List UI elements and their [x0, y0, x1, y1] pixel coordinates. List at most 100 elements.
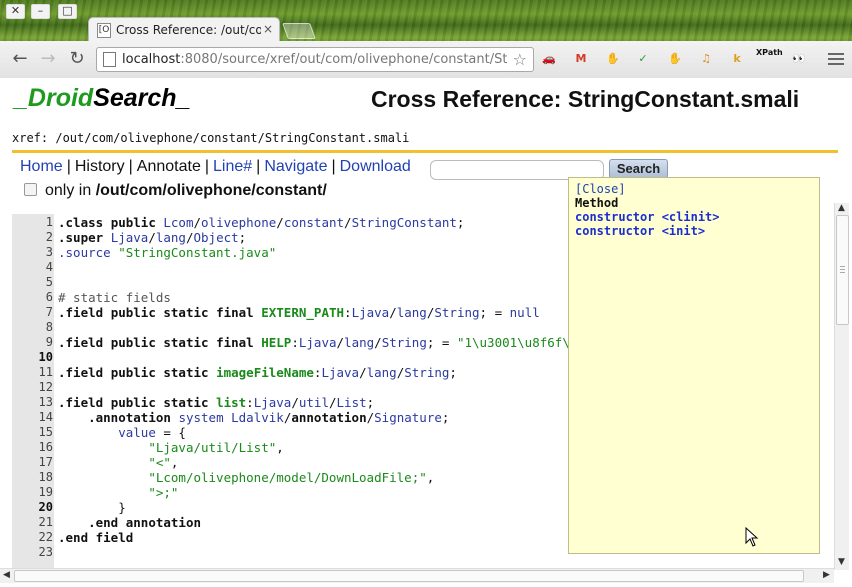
code-line: ">;" [148, 485, 179, 500]
logo-underscore-right: _ [176, 84, 191, 112]
line-number[interactable]: 5 [12, 275, 53, 289]
xpath-icon[interactable]: XPath [756, 48, 783, 70]
owl-icon[interactable]: 👀 [788, 48, 810, 70]
menu-icon[interactable] [828, 53, 844, 68]
address-bar-url[interactable]: localhost:8080/source/xref/out/com/olive… [122, 52, 507, 67]
popup-method-link[interactable]: constructor <clinit> [575, 210, 720, 224]
stop-icon[interactable]: ✋ [602, 48, 624, 70]
code-line: .end field [58, 530, 134, 545]
code-line: "<", [148, 455, 179, 470]
nav-history: History [74, 158, 125, 175]
line-number[interactable]: 17 [12, 455, 53, 469]
music-icon[interactable]: ♫ [695, 48, 717, 70]
line-number[interactable]: 11 [12, 365, 53, 379]
reload-button[interactable]: ↻ [66, 48, 88, 69]
vertical-scrollbar[interactable]: ▲ ▼ [834, 203, 849, 570]
browser-tab[interactable]: [O Cross Reference: /out/co × [88, 17, 280, 42]
horizontal-scroll-thumb[interactable] [14, 570, 804, 582]
nav-separator: | [128, 158, 133, 175]
line-number[interactable]: 4 [12, 260, 53, 274]
breadcrumb: xref: /out/com/olivephone/constant/Strin… [12, 131, 409, 145]
nav-separator: | [256, 158, 261, 175]
url-path: :8080/source/xref/out/com/olivephone/con… [180, 52, 507, 67]
logo-droid: Droid [27, 84, 94, 112]
horizontal-scrollbar[interactable]: ◀ ▶ [0, 568, 834, 583]
scroll-up-arrow[interactable]: ▲ [838, 203, 845, 213]
line-number[interactable]: 1 [12, 215, 53, 229]
gmail-icon[interactable]: M [570, 48, 592, 70]
mouse-cursor-icon [745, 527, 759, 547]
nav-separator: | [331, 158, 336, 175]
line-number[interactable]: 6 [12, 290, 53, 304]
line-number[interactable]: 10 [12, 350, 53, 364]
line-number[interactable]: 16 [12, 440, 53, 454]
only-in-checkbox[interactable] [24, 183, 37, 196]
new-tab-button[interactable] [282, 23, 316, 39]
line-number[interactable]: 19 [12, 485, 53, 499]
k-icon[interactable]: k [726, 48, 748, 70]
code-line: } [58, 500, 126, 515]
line-number[interactable]: 14 [12, 410, 53, 424]
nav-separator: | [204, 158, 209, 175]
popup-heading: Method [575, 196, 619, 210]
window-maximize-button[interactable]: □ [58, 4, 77, 19]
line-number[interactable]: 23 [12, 545, 53, 559]
popup-method-link[interactable]: constructor <init> [575, 224, 705, 238]
page-content: _DroidSearch_ Cross Reference: StringCon… [0, 78, 852, 587]
code-line: .source "StringConstant.java" [58, 245, 277, 260]
code-line: # static fields [58, 290, 171, 305]
code-line: .class public Lcom/olivephone/constant/S… [58, 215, 465, 230]
scope-path: /out/com/olivephone/constant/ [95, 182, 327, 199]
line-number[interactable]: 13 [12, 395, 53, 409]
page-favicon-icon: [O [97, 23, 111, 38]
scroll-right-arrow[interactable]: ▶ [823, 570, 830, 580]
window-minimize-button[interactable]: – [31, 4, 50, 19]
popup-close-link[interactable]: [Close] [575, 182, 626, 196]
xref-label: xref: [12, 131, 49, 145]
car-icon[interactable]: 🚗 [538, 48, 560, 70]
logo-underscore-left: _ [14, 84, 28, 112]
back-button[interactable]: ← [9, 48, 31, 69]
code-line: value = { [118, 425, 186, 440]
code-line: .annotation system Ldalvik/annotation/Si… [88, 410, 450, 425]
action-nav: Home | History | Annotate | Line# | Navigate | Dow… [20, 158, 411, 176]
line-number[interactable]: 12 [12, 380, 53, 394]
nav-download-link[interactable]: Download [340, 158, 411, 175]
code-line: .end annotation [88, 515, 201, 530]
line-number[interactable]: 18 [12, 470, 53, 484]
nav-line-link[interactable]: Line# [213, 158, 252, 175]
line-number[interactable]: 2 [12, 230, 53, 244]
header-divider [12, 150, 838, 153]
line-number[interactable]: 3 [12, 245, 53, 259]
tab-title: Cross Reference: /out/co [116, 23, 261, 37]
search-button[interactable]: Search [609, 159, 668, 179]
hand-icon[interactable]: ✋ [664, 48, 686, 70]
line-number[interactable]: 9 [12, 335, 53, 349]
scroll-down-arrow[interactable]: ▼ [838, 557, 845, 567]
xref-path-link[interactable]: /out/com/olivephone/constant/StringConst… [55, 131, 409, 145]
line-number[interactable]: 15 [12, 425, 53, 439]
bookmark-star-icon[interactable]: ☆ [513, 50, 527, 69]
browser-chrome: ✕ – □ [O Cross Reference: /out/co × ← → … [0, 0, 852, 79]
tab-close-icon[interactable]: × [263, 22, 273, 36]
scope-filter: only in /out/com/olivephone/constant/ [24, 182, 327, 200]
line-number[interactable]: 8 [12, 320, 53, 334]
code-line: .field public static imageFileName:Ljava… [58, 365, 457, 380]
forward-button[interactable]: → [37, 48, 59, 69]
line-number[interactable]: 7 [12, 305, 53, 319]
nav-navigate-link[interactable]: Navigate [264, 158, 327, 175]
nav-separator: | [66, 158, 71, 175]
line-number[interactable]: 20 [12, 500, 53, 514]
vertical-scroll-thumb[interactable] [836, 215, 849, 325]
droidsearch-logo[interactable]: _DroidSearch_ [14, 84, 190, 113]
line-number[interactable]: 22 [12, 530, 53, 544]
address-bar[interactable]: localhost:8080/source/xref/out/com/olive… [96, 47, 534, 72]
definitions-popup: [Close] Method constructor <clinit> cons… [568, 177, 820, 554]
code-line: .field public static list:Ljava/util/Lis… [58, 395, 375, 410]
window-close-button[interactable]: ✕ [6, 4, 25, 19]
check-icon[interactable]: ✓ [632, 48, 654, 70]
scroll-left-arrow[interactable]: ◀ [3, 570, 10, 580]
nav-home-link[interactable]: Home [20, 158, 63, 175]
line-number[interactable]: 21 [12, 515, 53, 529]
code-line: "Lcom/olivephone/model/DownLoadFile;", [148, 470, 435, 485]
